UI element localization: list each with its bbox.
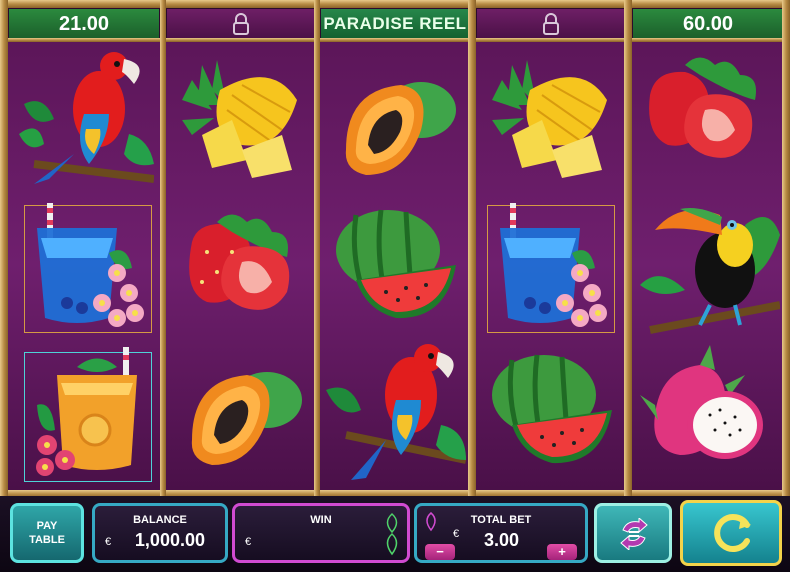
papaya-symbol [172, 350, 312, 490]
bamboo-right [782, 0, 790, 500]
bamboo-divider [624, 0, 632, 500]
spin-icon [714, 514, 751, 552]
total-bet-label: TOTAL BET [470, 514, 532, 526]
orange-cocktail-symbol [17, 345, 157, 485]
toucan-symbol [640, 195, 781, 335]
bamboo-divider [160, 0, 166, 500]
balance-value: 1,000.00 [134, 530, 205, 550]
parrot-symbol [14, 44, 155, 184]
pineapple-symbol [482, 50, 622, 190]
blue-cocktail-symbol [17, 198, 157, 338]
bamboo-divider [468, 0, 476, 500]
win-panel: WIN € [232, 503, 410, 563]
pay-table-button[interactable]: PAY TABLE [10, 503, 84, 563]
bamboo-left [0, 0, 8, 500]
papaya-symbol [326, 50, 466, 190]
watermelon-symbol [326, 200, 466, 340]
blue-cocktail-symbol [480, 198, 620, 338]
increase-bet-button[interactable]: + [547, 544, 577, 560]
total-bet-panel: TOTAL BET € 3.00 − + [414, 503, 588, 563]
spin-button[interactable] [680, 500, 782, 566]
decrease-bet-button[interactable]: − [425, 544, 455, 560]
bamboo-header-divider [0, 38, 790, 42]
parrot-symbol [326, 340, 467, 480]
pay-table-label-line1: PAY [36, 520, 58, 532]
bamboo-top [0, 0, 790, 8]
flower-decoration-icon [386, 512, 398, 556]
strawberry-symbol [172, 202, 312, 342]
dragonfruit-symbol [640, 345, 780, 485]
watermelon-symbol [482, 345, 622, 485]
balance-panel: BALANCE € 1,000.00 [92, 503, 228, 563]
pay-table-label-line2: TABLE [29, 534, 65, 546]
balance-currency: € [105, 536, 112, 548]
slot-frame: 21.00 PARADISE REEL 60.00 [0, 0, 790, 572]
right-value-text: 60.00 [682, 12, 734, 35]
autoplay-button[interactable] [594, 503, 672, 563]
right-win-value: 60.00 [632, 8, 784, 40]
pineapple-symbol [172, 50, 312, 190]
game-title-text: PARADISE REEL [323, 14, 467, 33]
left-win-value: 21.00 [8, 8, 160, 40]
total-bet-value: 3.00 [483, 530, 519, 550]
bamboo-divider [314, 0, 320, 500]
reel-2-lock[interactable] [166, 8, 316, 40]
reel-4-lock[interactable] [476, 8, 626, 40]
balance-label: BALANCE [133, 514, 187, 526]
total-bet-currency: € [453, 528, 460, 540]
autoplay-icon [620, 518, 648, 550]
left-value-text: 21.00 [58, 12, 110, 35]
lock-icon [233, 13, 249, 35]
win-currency: € [245, 536, 252, 548]
lock-icon [543, 13, 559, 35]
strawberry-symbol [640, 50, 780, 190]
game-title: PARADISE REEL [320, 8, 470, 40]
